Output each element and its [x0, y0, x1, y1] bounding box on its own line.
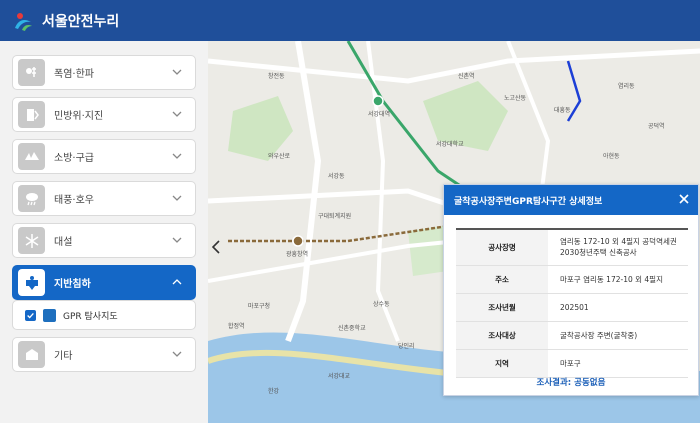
map-label: 한강 [268, 388, 280, 395]
park-area [408, 226, 448, 276]
row-value-line: 2030청년주택 신축공사 [560, 248, 637, 258]
row-value: 마포구 염리동 172-10 외 4필지 [548, 265, 688, 294]
detail-table: 공사장명 염리동 172-10 외 4필지 공덕역세권 2030청년주택 신축공… [456, 228, 688, 378]
chevron-down-icon [172, 237, 182, 243]
map-label: 구대퇴계지원 [318, 213, 352, 220]
panel-title: 굴착공사장주변GPR탐사구간 상세정보 [454, 196, 603, 207]
sidebar-item-ground-subsidence[interactable]: 지반침하 [12, 265, 196, 300]
row-key: 공사장명 [456, 228, 548, 266]
app-header: 서울안전누리 [0, 0, 700, 41]
station-marker[interactable] [292, 235, 304, 247]
map-label: 아현동 [603, 153, 620, 160]
chevron-up-icon [172, 279, 182, 285]
chevron-down-icon [172, 195, 182, 201]
gpr-layer-icon [43, 308, 56, 322]
chevron-down-icon [172, 111, 182, 117]
fire-ambulance-icon [18, 143, 45, 170]
gpr-map-checkbox[interactable] [25, 309, 36, 321]
sidebar-item-label: 기타 [54, 351, 73, 362]
map-label: 서강대학교 [436, 141, 464, 148]
row-key: 조사년월 [456, 293, 548, 322]
snow-icon [18, 227, 45, 254]
row-key: 주소 [456, 265, 548, 294]
sidebar-item-label: 폭염·한파 [54, 69, 94, 80]
sidebar-item-label: 민방위·지진 [54, 111, 104, 122]
row-value: 마포구 [548, 349, 688, 378]
table-row: 조사대상 굴착공사장 주변(굴착중) [456, 321, 688, 350]
table-row: 주소 마포구 염리동 172-10 외 4필지 [456, 265, 688, 294]
typhoon-rain-icon [18, 185, 45, 212]
map-label: 당인리 [398, 343, 415, 350]
map-label: 창전동 [268, 73, 285, 80]
sidebar: 폭염·한파 민방위·지진 소방·구급 태풍·호우 대설 지반침하 GPR 탐사지… [0, 41, 208, 423]
row-key: 조사대상 [456, 321, 548, 350]
survey-result: 조사결과: 공동없음 [536, 378, 606, 388]
map-label: 염리동 [618, 83, 635, 90]
sidebar-item-label: 소방·구급 [54, 153, 94, 164]
station-marker[interactable] [372, 95, 384, 107]
row-value: 202501 [548, 293, 688, 322]
row-value-line: 염리동 172-10 외 4필지 공덕역세권 [560, 237, 677, 247]
etc-icon [18, 341, 45, 368]
heat-cold-icon [18, 59, 45, 86]
map-label: 광흥창역 [286, 251, 309, 258]
seoul-logo-icon[interactable] [12, 10, 34, 32]
map-label: 서강동 [328, 173, 345, 180]
sidebar-item-shelter-earthquake[interactable]: 민방위·지진 [12, 97, 196, 132]
row-value: 굴착공사장 주변(굴착중) [548, 321, 688, 350]
map-label: 상수동 [373, 301, 390, 308]
shelter-earthquake-icon [18, 101, 45, 128]
map-label: 와우산로 [268, 153, 291, 160]
app-title[interactable]: 서울안전누리 [42, 11, 119, 31]
gpr-map-label: GPR 탐사지도 [63, 311, 118, 322]
chevron-left-icon[interactable] [212, 240, 220, 254]
map-label: 공덕역 [648, 123, 665, 130]
ground-subsidence-icon [18, 269, 45, 296]
detail-panel: 굴착공사장주변GPR탐사구간 상세정보 공사장명 염리동 172-10 외 4필… [443, 184, 699, 396]
chevron-down-icon [172, 351, 182, 357]
sidebar-item-label: 태풍·호우 [54, 195, 94, 206]
table-row: 지역 마포구 [456, 349, 688, 378]
table-row: 조사년월 202501 [456, 293, 688, 322]
map-label: 신촌역 [458, 73, 475, 80]
sidebar-item-typhoon-rain[interactable]: 태풍·호우 [12, 181, 196, 216]
panel-header: 굴착공사장주변GPR탐사구간 상세정보 [444, 185, 698, 215]
row-key: 지역 [456, 349, 548, 378]
map-label: 합정역 [228, 323, 245, 330]
row-value: 염리동 172-10 외 4필지 공덕역세권 2030청년주택 신축공사 [548, 228, 688, 266]
gpr-map-option[interactable]: GPR 탐사지도 [12, 300, 196, 330]
map-label: 신촌중학교 [338, 325, 366, 332]
sidebar-item-label: 지반침하 [54, 279, 91, 290]
sidebar-item-label: 대설 [54, 237, 73, 248]
sidebar-item-snow[interactable]: 대설 [12, 223, 196, 258]
map-label: 노고산동 [504, 95, 527, 102]
table-row: 공사장명 염리동 172-10 외 4필지 공덕역세권 2030청년주택 신축공… [456, 228, 688, 266]
chevron-down-icon [172, 69, 182, 75]
map-label: 서강대교 [328, 373, 351, 380]
map-label: 마포구청 [248, 303, 271, 310]
map-label: 서강대역 [368, 111, 391, 118]
close-icon[interactable] [678, 193, 690, 205]
sidebar-item-fire-ambulance[interactable]: 소방·구급 [12, 139, 196, 174]
sidebar-item-heat-cold[interactable]: 폭염·한파 [12, 55, 196, 90]
sidebar-item-etc[interactable]: 기타 [12, 337, 196, 372]
chevron-down-icon [172, 153, 182, 159]
map-label: 대흥동 [554, 107, 571, 114]
